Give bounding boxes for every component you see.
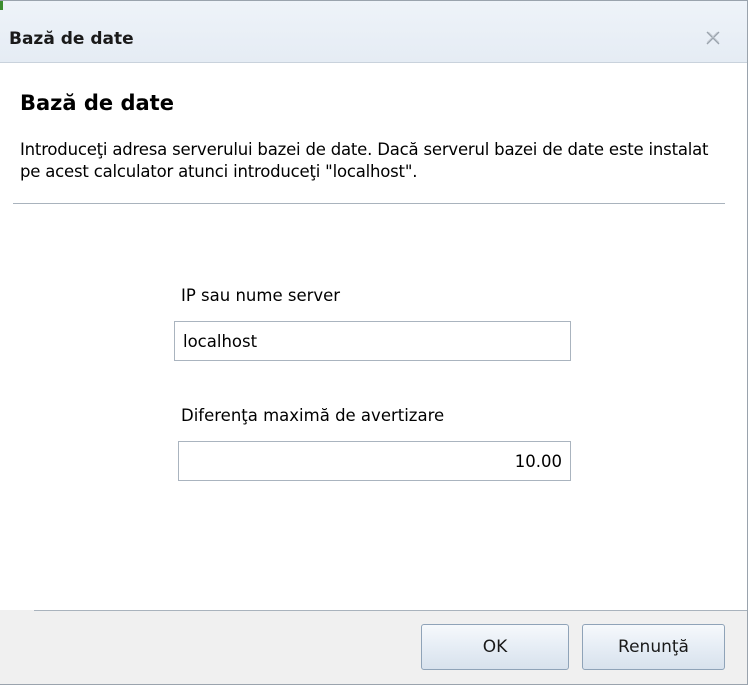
dialog-content: Bază de date Introduceţi adresa serverul… [0, 63, 747, 610]
ok-button[interactable]: OK [421, 624, 569, 670]
warning-input[interactable] [178, 441, 571, 481]
window-title: Bază de date [9, 29, 134, 49]
server-label: IP sau nume server [181, 286, 341, 305]
footer-divider [34, 610, 747, 611]
dialog-window: Bază de date Bază de date Introduceţi ad… [0, 0, 748, 685]
accent-corner [0, 1, 3, 10]
server-input[interactable] [174, 321, 571, 361]
close-icon[interactable] [705, 30, 721, 46]
button-bar: OK Renunţă [0, 610, 747, 684]
warning-label: Diferenţa maximă de avertizare [181, 406, 445, 425]
header-divider [13, 203, 725, 204]
cancel-button[interactable]: Renunţă [582, 624, 725, 670]
page-title: Bază de date [20, 91, 174, 115]
title-bar[interactable]: Bază de date [0, 1, 747, 63]
description-text: Introduceţi adresa serverului bazei de d… [20, 140, 709, 181]
